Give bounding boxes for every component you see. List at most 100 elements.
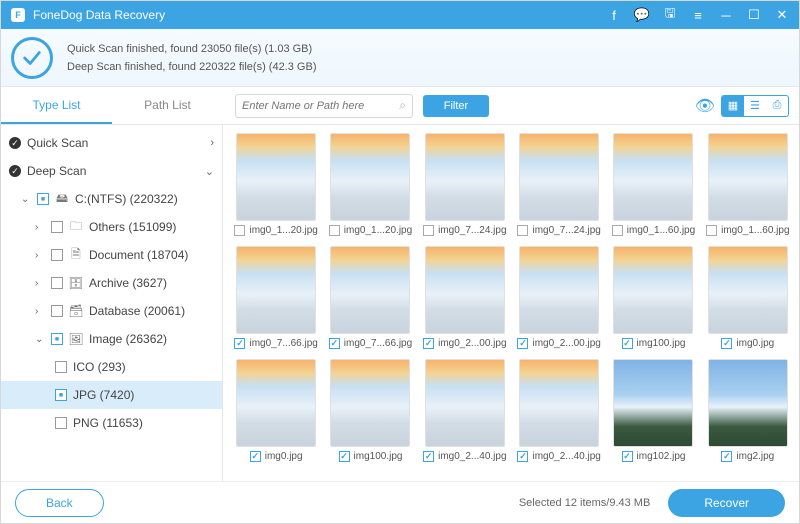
quick-scan-status: Quick Scan finished, found 23050 file(s)… (67, 40, 316, 58)
checkbox-icon[interactable] (51, 221, 63, 233)
file-thumbnail[interactable]: img0_1...20.jpg (233, 133, 319, 236)
file-name: img0_1...60.jpg (721, 225, 789, 236)
file-checkbox[interactable] (517, 338, 528, 349)
file-name: img100.jpg (354, 451, 403, 462)
sidebar-label: PNG (11653) (73, 416, 143, 430)
file-checkbox[interactable] (329, 338, 340, 349)
chevron-down-icon: ⌄ (21, 194, 31, 205)
file-checkbox[interactable] (612, 225, 623, 236)
file-thumbnail[interactable]: img0_7...66.jpg (327, 246, 413, 349)
checkbox-icon[interactable] (55, 417, 67, 429)
sidebar-deep-scan[interactable]: ✓ Deep Scan ⌄ (1, 157, 222, 185)
checkbox-icon[interactable] (51, 277, 63, 289)
file-name: img102.jpg (637, 451, 686, 462)
file-name: img0_7...66.jpg (344, 338, 412, 349)
file-checkbox[interactable] (329, 225, 340, 236)
file-thumbnail[interactable]: img0_1...60.jpg (705, 133, 791, 236)
file-checkbox[interactable] (721, 451, 732, 462)
file-thumbnail[interactable]: img0_2...00.jpg (516, 246, 602, 349)
sidebar-jpg[interactable]: JPG (7420) (1, 381, 222, 409)
chevron-right-icon: › (35, 222, 45, 233)
file-thumbnail[interactable]: img0.jpg (233, 359, 319, 462)
archive-icon: 🗄 (69, 276, 83, 290)
chevron-right-icon: › (35, 250, 45, 261)
file-checkbox[interactable] (234, 225, 245, 236)
sidebar-image[interactable]: ⌄ 🖼 Image (26362) (1, 325, 222, 353)
tab-path-list[interactable]: Path List (112, 87, 223, 124)
checkbox-icon[interactable] (51, 333, 63, 345)
file-name: img0_1...60.jpg (627, 225, 695, 236)
maximize-icon[interactable]: ☐ (747, 8, 761, 22)
file-thumbnail[interactable]: img0_7...66.jpg (233, 246, 319, 349)
checkbox-icon[interactable] (51, 305, 63, 317)
file-thumbnail[interactable]: img0_7...24.jpg (422, 133, 508, 236)
menu-icon[interactable]: ≡ (691, 8, 705, 22)
sidebar-quick-scan[interactable]: ✓ Quick Scan › (1, 129, 222, 157)
view-list-icon[interactable]: ☰ (744, 96, 766, 116)
file-checkbox[interactable] (339, 451, 350, 462)
file-checkbox[interactable] (706, 225, 717, 236)
file-checkbox[interactable] (721, 338, 732, 349)
thumbnail-image (236, 359, 316, 447)
filter-button[interactable]: Filter (423, 95, 489, 117)
search-icon[interactable]: ⌕ (399, 98, 406, 113)
file-thumbnail[interactable]: img0_2...40.jpg (516, 359, 602, 462)
file-grid: img0_1...20.jpgimg0_1...20.jpgimg0_7...2… (223, 125, 799, 481)
file-thumbnail[interactable]: img100.jpg (327, 359, 413, 462)
sidebar-label: Quick Scan (27, 136, 88, 150)
file-checkbox[interactable] (622, 338, 633, 349)
file-thumbnail[interactable]: img102.jpg (610, 359, 696, 462)
file-thumbnail[interactable]: img2.jpg (705, 359, 791, 462)
file-thumbnail[interactable]: img0_1...60.jpg (610, 133, 696, 236)
file-checkbox[interactable] (423, 338, 434, 349)
thumbnail-image (519, 246, 599, 334)
file-checkbox[interactable] (517, 225, 528, 236)
sidebar-others[interactable]: › 🗀 Others (151099) (1, 213, 222, 241)
feedback-icon[interactable]: 💬 (635, 8, 649, 22)
chevron-right-icon: › (210, 137, 214, 149)
file-checkbox[interactable] (234, 338, 245, 349)
thumbnail-image (708, 246, 788, 334)
file-thumbnail[interactable]: img0_7...24.jpg (516, 133, 602, 236)
view-detail-icon[interactable]: ⎙ (766, 96, 788, 116)
file-checkbox[interactable] (250, 451, 261, 462)
close-icon[interactable]: ✕ (775, 8, 789, 22)
preview-toggle-icon[interactable]: 👁 (695, 96, 715, 116)
view-grid-icon[interactable]: ▦ (722, 96, 744, 116)
checkbox-icon[interactable] (55, 361, 67, 373)
sidebar-label: Deep Scan (27, 164, 86, 178)
file-thumbnail[interactable]: img0.jpg (705, 246, 791, 349)
file-thumbnail[interactable]: img0_1...20.jpg (327, 133, 413, 236)
tab-type-list[interactable]: Type List (1, 87, 112, 124)
checkbox-icon[interactable] (55, 389, 67, 401)
sidebar-png[interactable]: PNG (11653) (1, 409, 222, 437)
sidebar-database[interactable]: › 🗃 Database (20061) (1, 297, 222, 325)
file-name: img100.jpg (637, 338, 686, 349)
file-checkbox[interactable] (517, 451, 528, 462)
sidebar-ico[interactable]: ICO (293) (1, 353, 222, 381)
sidebar-drive[interactable]: ⌄ 🖴 C:(NTFS) (220322) (1, 185, 222, 213)
recover-button[interactable]: Recover (668, 489, 785, 517)
search-input[interactable] (242, 95, 399, 117)
sidebar-label: C:(NTFS) (220322) (75, 192, 178, 206)
thumbnail-image (425, 359, 505, 447)
chevron-right-icon: › (35, 306, 45, 317)
file-checkbox[interactable] (423, 225, 434, 236)
thumbnail-image (330, 246, 410, 334)
thumbnail-image (519, 359, 599, 447)
save-icon[interactable]: 🖫 (663, 8, 677, 22)
minimize-icon[interactable]: ─ (719, 8, 733, 22)
file-thumbnail[interactable]: img0_2...00.jpg (422, 246, 508, 349)
file-checkbox[interactable] (622, 451, 633, 462)
back-button[interactable]: Back (15, 489, 104, 517)
footer: Back Selected 12 items/9.43 MB Recover (1, 481, 799, 523)
view-mode-segmented: ▦ ☰ ⎙ (721, 95, 789, 117)
sidebar-document[interactable]: › 🗎 Document (18704) (1, 241, 222, 269)
file-thumbnail[interactable]: img0_2...40.jpg (422, 359, 508, 462)
checkbox-icon[interactable] (51, 249, 63, 261)
checkbox-icon[interactable] (37, 193, 49, 205)
file-thumbnail[interactable]: img100.jpg (610, 246, 696, 349)
facebook-icon[interactable]: f (607, 8, 621, 22)
file-checkbox[interactable] (423, 451, 434, 462)
sidebar-archive[interactable]: › 🗄 Archive (3627) (1, 269, 222, 297)
